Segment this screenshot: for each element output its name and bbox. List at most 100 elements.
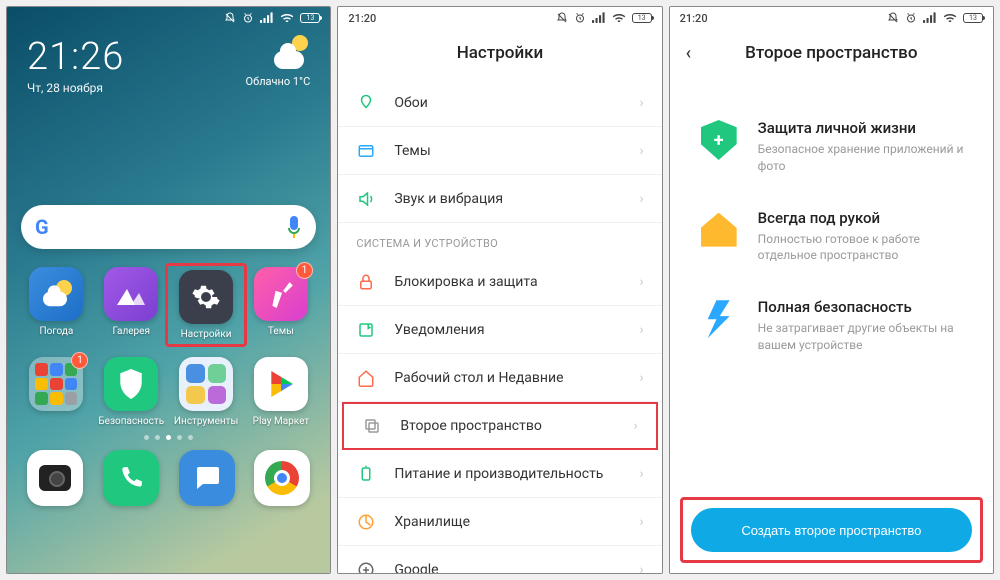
messages-icon <box>179 450 235 506</box>
feature-title: Защита личной жизни <box>758 119 965 137</box>
settings-item-label: Темы <box>394 143 639 159</box>
settings-item-home[interactable]: Рабочий стол и Недавние › <box>338 354 661 402</box>
settings-item-notif[interactable]: Уведомления › <box>338 306 661 354</box>
chevron-right-icon: › <box>639 143 643 159</box>
dnd-icon <box>887 12 899 24</box>
settings-item-label: Google <box>394 562 639 575</box>
app-tools-folder[interactable]: Инструменты <box>169 357 244 427</box>
chevron-right-icon: › <box>639 562 643 575</box>
page-title: Второе пространство <box>745 43 917 63</box>
status-bar: 13 <box>7 7 330 29</box>
tools-folder-icon <box>179 357 233 411</box>
status-bar: 21:20 13 <box>338 7 661 29</box>
settings-item-storage[interactable]: Хранилище › <box>338 498 661 546</box>
settings-item-label: Блокировка и защита <box>394 274 639 290</box>
signal-icon <box>260 12 274 24</box>
chevron-right-icon: › <box>639 274 643 290</box>
folder-icon: 1 <box>29 357 83 411</box>
sound-icon <box>356 189 376 209</box>
signal-icon <box>592 12 606 24</box>
clock-date: Чт, 28 ноября <box>27 81 124 95</box>
chevron-right-icon: › <box>639 466 643 482</box>
chevron-right-icon: › <box>639 514 643 530</box>
settings-item-label: Рабочий стол и Недавние <box>394 370 639 386</box>
create-space-button[interactable]: Создать второе пространство <box>691 508 972 552</box>
back-button[interactable]: ‹ <box>686 43 692 64</box>
gallery-app-icon <box>104 267 158 321</box>
settings-item-power[interactable]: Питание и производительность › <box>338 450 661 498</box>
clock-time: 21:26 <box>27 35 124 79</box>
house-icon <box>698 209 740 251</box>
phone-icon <box>103 450 159 506</box>
feature-description: Полностью готовое к работе отдельное про… <box>758 231 965 265</box>
badge: 1 <box>71 352 88 369</box>
settings-item-themes[interactable]: Темы › <box>338 127 661 175</box>
badge: 1 <box>296 262 313 279</box>
home-icon <box>356 368 376 388</box>
settings-item-label: Звук и вибрация <box>394 191 639 207</box>
storage-icon <box>356 512 376 532</box>
chevron-right-icon: › <box>639 191 643 207</box>
settings-item-label: Второе пространство <box>400 418 633 434</box>
settings-screen: 21:20 13 Настройки Обои › Темы › Звук и … <box>337 6 662 574</box>
weather-app-icon <box>29 267 83 321</box>
dnd-icon <box>224 12 236 24</box>
dock-chrome[interactable] <box>254 450 310 506</box>
second-space-screen: 21:20 13 ‹ Второе пространство Защита ли… <box>669 6 994 574</box>
dock-messages[interactable] <box>179 450 235 506</box>
chevron-right-icon: › <box>639 370 643 386</box>
settings-item-label: Уведомления <box>394 322 639 338</box>
alarm-icon <box>242 12 254 24</box>
dock <box>7 446 330 516</box>
app-gallery[interactable]: Галерея <box>94 267 169 343</box>
bolt-icon <box>698 298 740 340</box>
feature-shield: Защита личной жизни Безопасное хранение … <box>698 119 965 175</box>
app-security[interactable]: Безопасность <box>94 357 169 427</box>
battery-icon: 13 <box>963 13 983 23</box>
dock-phone[interactable] <box>103 450 159 506</box>
wallpaper-icon <box>356 93 376 113</box>
themes-icon <box>356 141 376 161</box>
settings-item-wallpaper[interactable]: Обои › <box>338 79 661 127</box>
app-weather[interactable]: Погода <box>19 267 94 343</box>
dnd-icon <box>556 12 568 24</box>
settings-item-label: Питание и производительность <box>394 466 639 482</box>
section-header: СИСТЕМА И УСТРОЙСТВО <box>338 223 661 258</box>
mic-icon[interactable] <box>286 216 302 238</box>
chevron-right-icon: › <box>639 95 643 111</box>
security-app-icon <box>104 357 158 411</box>
alarm-icon <box>574 12 586 24</box>
app-google-folder[interactable]: 1 <box>19 357 94 427</box>
google-search-bar[interactable]: G <box>21 205 316 249</box>
cta-highlight: Создать второе пространство <box>680 497 983 563</box>
status-time: 21:20 <box>680 12 708 25</box>
settings-item-lock[interactable]: Блокировка и защита › <box>338 258 661 306</box>
weather-widget[interactable]: Облачно 1°C <box>246 35 311 88</box>
app-settings-highlighted[interactable]: Настройки <box>165 263 248 347</box>
status-bar: 21:20 13 <box>670 7 993 29</box>
weather-icon <box>272 35 310 73</box>
feature-description: Безопасное хранение приложений и фото <box>758 141 965 175</box>
power-icon <box>356 464 376 484</box>
settings-item-label: Обои <box>394 95 639 111</box>
settings-item-label: Хранилище <box>394 514 639 530</box>
feature-description: Не затрагивает другие объекты на вашем у… <box>758 320 965 354</box>
space-icon <box>362 416 382 436</box>
settings-app-icon <box>179 270 233 324</box>
feature-bolt: Полная безопасность Не затрагивает други… <box>698 298 965 354</box>
app-themes[interactable]: 1 Темы <box>243 267 318 343</box>
settings-item-sound[interactable]: Звук и вибрация › <box>338 175 661 223</box>
battery-icon: 13 <box>300 13 320 23</box>
google-icon <box>356 560 376 575</box>
themes-app-icon: 1 <box>254 267 308 321</box>
feature-title: Полная безопасность <box>758 298 965 316</box>
app-play-store[interactable]: Play Маркет <box>243 357 318 427</box>
dock-camera[interactable] <box>27 450 83 506</box>
battery-icon: 13 <box>632 13 652 23</box>
wifi-icon <box>280 12 294 24</box>
settings-item-space[interactable]: Второе пространство › <box>342 402 657 450</box>
settings-item-google[interactable]: Google › <box>338 546 661 574</box>
play-store-icon <box>254 357 308 411</box>
notif-icon <box>356 320 376 340</box>
clock-widget[interactable]: 21:26 Чт, 28 ноября <box>27 35 124 95</box>
